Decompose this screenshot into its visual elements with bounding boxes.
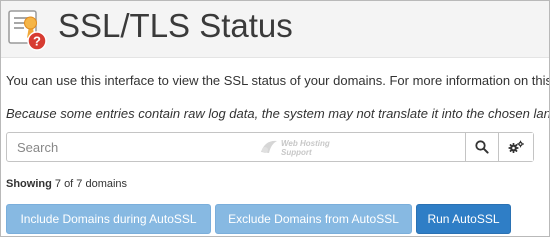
settings-button[interactable] (498, 133, 533, 161)
certificate-warning-icon: ? (8, 10, 47, 51)
warning-badge-glyph: ? (33, 34, 41, 49)
search-button[interactable] (465, 133, 498, 161)
page-header: ? SSL/TLS Status (1, 1, 549, 58)
results-count: Showing 7 of 7 domains (6, 177, 127, 191)
results-count-label: Showing (6, 178, 52, 190)
description-text: You can use this interface to view the S… (6, 73, 550, 88)
search-icon (475, 140, 489, 154)
app-frame: ? SSL/TLS Status You can use this interf… (0, 0, 550, 237)
exclude-domains-button[interactable]: Exclude Domains from AutoSSL (215, 204, 412, 234)
watermark: Web Hosting Support (259, 137, 349, 157)
include-domains-button[interactable]: Include Domains during AutoSSL (6, 204, 211, 234)
settings-icon (508, 140, 524, 153)
search-input[interactable] (7, 133, 465, 161)
run-autossl-button[interactable]: Run AutoSSL (416, 204, 511, 234)
results-count-value: 7 of 7 domains (54, 178, 128, 190)
translation-notice: Because some entries contain raw log dat… (6, 106, 550, 121)
watermark-text: Web Hosting Support (281, 139, 330, 157)
watermark-logo-icon (261, 140, 277, 153)
page-title: SSL/TLS Status (58, 7, 293, 44)
